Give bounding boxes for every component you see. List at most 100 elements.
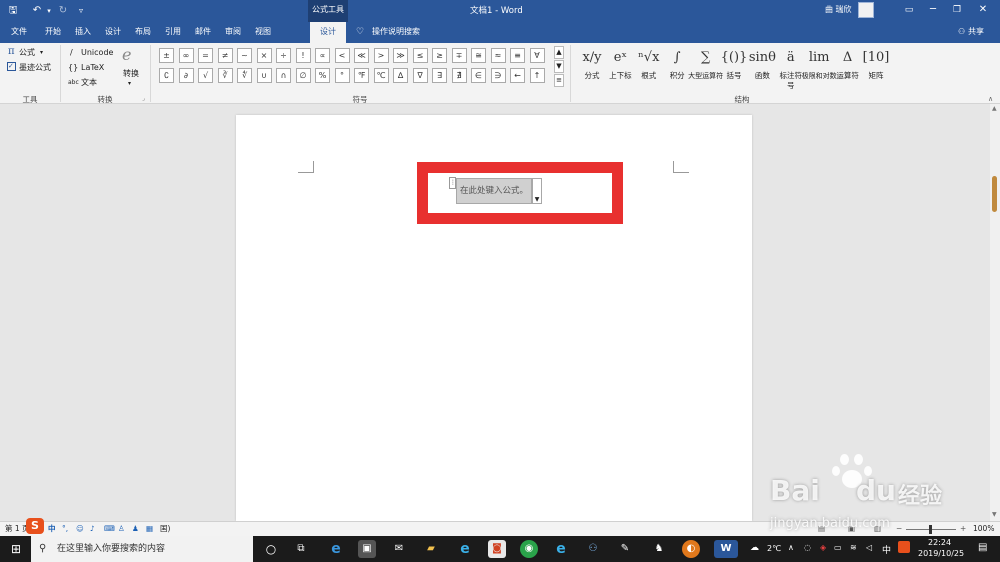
convert-button[interactable]: 转换 <box>123 69 139 79</box>
symbol-button[interactable]: ℉ <box>354 68 369 83</box>
edge-icon[interactable]: e <box>327 540 345 558</box>
symbol-button[interactable]: ≅ <box>471 48 486 63</box>
tab-insert[interactable]: 插入 <box>68 22 98 43</box>
ime-indicator[interactable]: 中 <box>882 543 891 556</box>
skin-icon[interactable]: ♟ <box>132 522 139 536</box>
network-app-icon[interactable]: ⚇ <box>584 540 602 558</box>
symbol-button[interactable]: ∋ <box>490 68 506 83</box>
symbol-button[interactable]: ≠ <box>217 48 233 63</box>
media-icon[interactable]: ◐ <box>682 540 700 558</box>
symbol-button[interactable]: ∅ <box>295 68 311 83</box>
chevron-down-icon[interactable]: ▾ <box>40 48 43 58</box>
symbol-button[interactable]: ! <box>295 48 311 63</box>
sogou-tray-icon[interactable] <box>898 541 910 553</box>
symbol-button[interactable]: ∆ <box>393 68 408 83</box>
zoom-level[interactable]: 100% <box>973 522 994 536</box>
customize-qat-icon[interactable]: ▿ <box>74 4 88 18</box>
symbol-button[interactable]: × <box>256 48 272 63</box>
symbol-button[interactable]: > <box>373 48 389 63</box>
structure-button[interactable]: ∫ 积分 <box>663 45 691 91</box>
symbol-button[interactable]: ∄ <box>451 68 467 83</box>
symbol-button[interactable]: % <box>315 68 330 83</box>
structure-button[interactable]: [10] 矩阵 <box>862 45 890 91</box>
structure-button[interactable]: eˣ 上下标 <box>606 45 634 91</box>
tab-equation-design[interactable]: 设计 <box>310 22 346 43</box>
tray-app-icon[interactable]: ◈ <box>820 543 826 552</box>
tab-view[interactable]: 视图 <box>248 22 278 43</box>
equation-placeholder[interactable]: 在此处键入公式。 <box>456 178 532 204</box>
qq-icon[interactable]: ♞ <box>650 540 668 558</box>
symbol-button[interactable]: < <box>334 48 350 63</box>
gallery-scroll-down-icon[interactable]: ▼ <box>554 60 564 73</box>
equation-button[interactable]: 公式 <box>19 48 35 58</box>
tab-references[interactable]: 引用 <box>158 22 188 43</box>
volume-icon[interactable]: ◁ <box>866 543 872 552</box>
symbol-button[interactable]: ∀ <box>529 48 545 63</box>
temperature[interactable]: 2℃ <box>767 544 781 553</box>
structure-button[interactable]: ⁿ√x 根式 <box>635 45 663 91</box>
latex-option[interactable]: LaTeX <box>81 63 104 73</box>
gallery-more-icon[interactable]: ≡ <box>554 74 564 87</box>
user-icon[interactable]: ♙ <box>118 522 125 536</box>
tab-file[interactable]: 文件 <box>4 22 34 43</box>
share-button[interactable]: 共享 <box>968 27 984 37</box>
chevron-down-icon[interactable]: ▾ <box>128 79 131 89</box>
scroll-down-icon[interactable]: ▼ <box>992 511 997 518</box>
ie-alt-icon[interactable]: e <box>552 540 570 558</box>
restore-button[interactable]: ❐ <box>946 3 968 17</box>
unicode-option[interactable]: Unicode <box>81 48 113 58</box>
symbol-button[interactable]: ± <box>159 48 174 63</box>
structure-button[interactable]: {()} 括号 <box>720 45 748 91</box>
structure-button[interactable]: x/y 分式 <box>578 45 606 91</box>
text-option[interactable]: 文本 <box>81 78 97 88</box>
symbol-button[interactable]: ≪ <box>354 48 369 63</box>
taskbar-search[interactable]: ⚲ 在这里输入你要搜索的内容 <box>31 536 253 562</box>
clock-date[interactable]: 2019/10/25 <box>918 549 964 558</box>
tab-home[interactable]: 开始 <box>38 22 68 43</box>
symbol-button[interactable]: ≥ <box>432 48 447 63</box>
cortana-icon[interactable]: ○ <box>262 540 280 558</box>
structure-button[interactable]: Δ 运算符 <box>834 45 862 91</box>
mail-icon[interactable]: ✉ <box>390 540 408 558</box>
scroll-up-icon[interactable]: ▲ <box>992 105 997 112</box>
tab-design[interactable]: 设计 <box>98 22 128 43</box>
ink-equation-button[interactable]: 墨迹公式 <box>19 63 51 73</box>
symbol-button[interactable]: ∁ <box>159 68 174 83</box>
tab-review[interactable]: 审阅 <box>218 22 248 43</box>
store-icon[interactable]: ▣ <box>358 540 376 558</box>
equation-options-dropdown[interactable]: ▼ <box>532 178 542 204</box>
symbol-button[interactable]: ∓ <box>451 48 467 63</box>
equation-handle-icon[interactable]: ⋮ <box>449 177 456 189</box>
zoom-in-icon[interactable]: + <box>960 522 966 536</box>
symbol-button[interactable]: ° <box>334 68 350 83</box>
symbol-button[interactable]: ← <box>510 68 525 83</box>
windows-start-icon[interactable]: ⊞ <box>7 540 25 558</box>
save-icon[interactable]: 🖫 <box>6 4 20 18</box>
task-view-icon[interactable]: ⧉ <box>292 540 310 558</box>
undo-dropdown-icon[interactable]: ▾ <box>42 4 56 18</box>
symbol-button[interactable]: ≈ <box>490 48 506 63</box>
tab-mailings[interactable]: 邮件 <box>188 22 218 43</box>
symbol-button[interactable]: √ <box>198 68 213 83</box>
ribbon-display-options-icon[interactable]: ▭ <box>898 3 920 17</box>
symbol-button[interactable]: ∈ <box>471 68 486 83</box>
notes-icon[interactable]: ✎ <box>616 540 634 558</box>
structure-button[interactable]: sinθ 函数 <box>748 45 776 91</box>
symbol-button[interactable]: ≤ <box>412 48 428 63</box>
dialog-launcher-icon[interactable]: ⌟ <box>142 94 145 104</box>
show-hidden-icon[interactable]: ∧ <box>788 543 794 552</box>
symbol-button[interactable]: ≡ <box>510 48 525 63</box>
symbol-button[interactable]: ∝ <box>315 48 330 63</box>
symbol-button[interactable]: ∇ <box>412 68 428 83</box>
symbol-button[interactable]: ≫ <box>393 48 408 63</box>
symbol-button[interactable]: ÷ <box>276 48 291 63</box>
wifi-icon[interactable]: ≋ <box>850 543 857 552</box>
notification-icon[interactable]: ▤ <box>978 542 987 553</box>
symbol-button[interactable]: ~ <box>237 48 252 63</box>
collapse-ribbon-icon[interactable]: ∧ <box>988 94 993 104</box>
vertical-scrollbar[interactable]: ▲ ▼ <box>990 104 1000 521</box>
punctuation-icon[interactable]: °, <box>62 522 68 536</box>
redo-icon[interactable]: ↻ <box>56 4 70 18</box>
symbol-button[interactable]: = <box>198 48 213 63</box>
scrollbar-thumb[interactable] <box>992 176 997 212</box>
